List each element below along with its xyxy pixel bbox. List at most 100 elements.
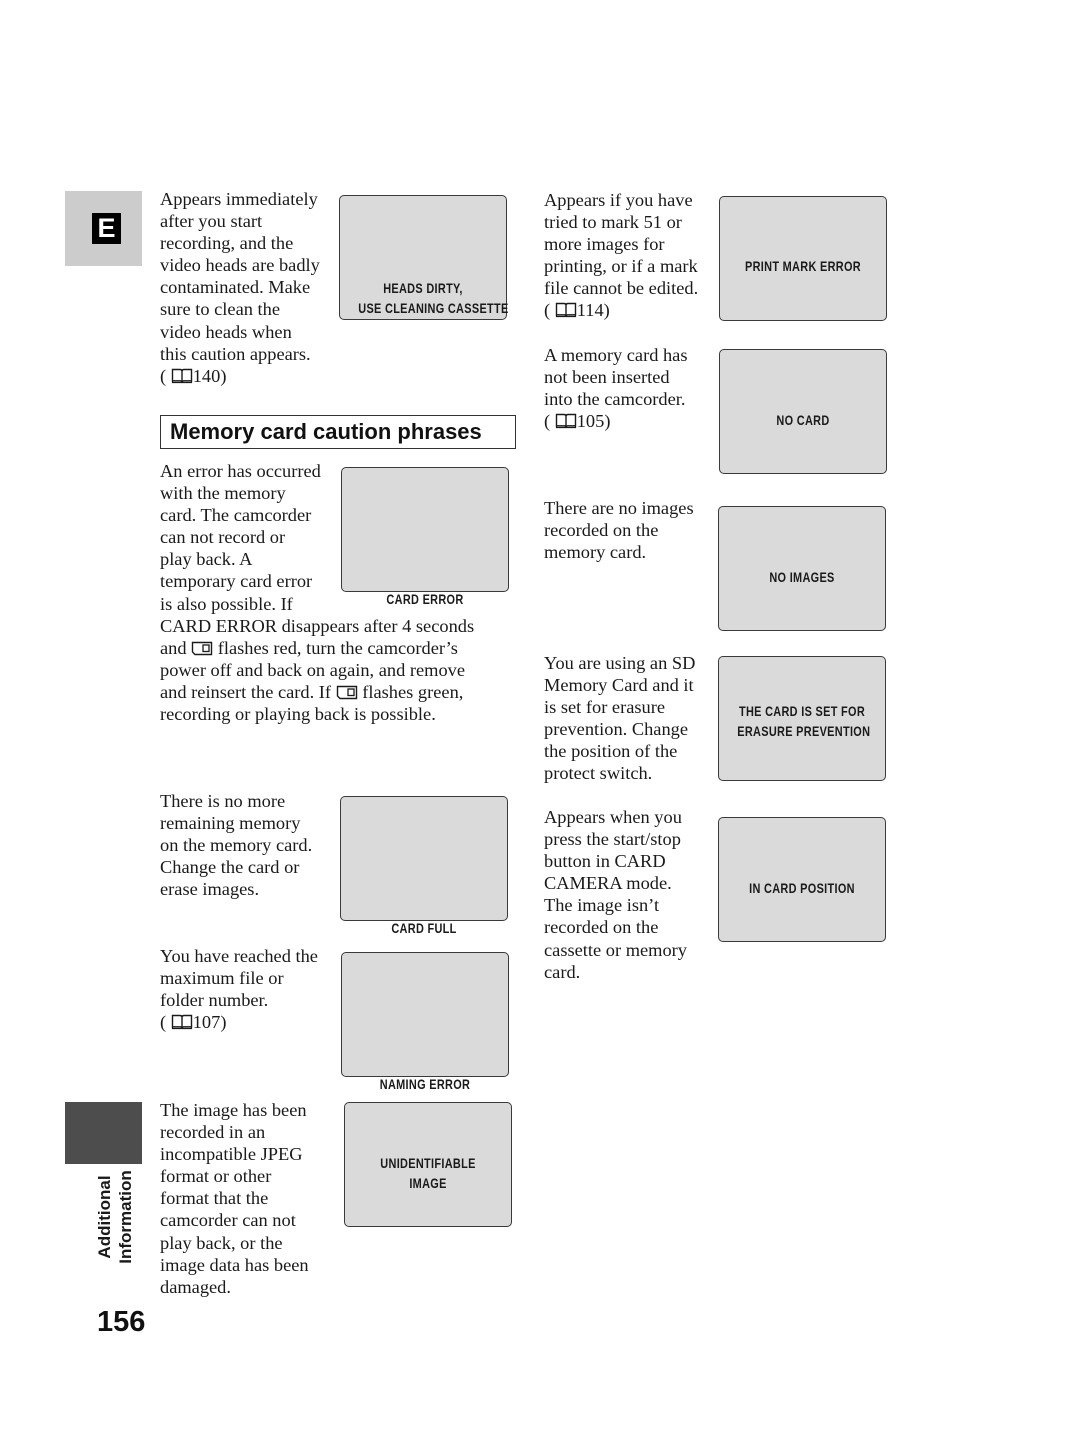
page-reference-number: 114 xyxy=(576,300,604,321)
description-line: recorded on the xyxy=(544,520,659,541)
description-line: memory card. xyxy=(544,542,647,563)
section-tab-label: Additional Information xyxy=(95,1170,135,1264)
description-line: button in CARD xyxy=(544,851,666,872)
description-line: There is no more xyxy=(160,791,286,811)
description-line: recording, and the xyxy=(160,233,294,254)
description-line: file cannot be edited. xyxy=(544,278,699,299)
description-text: and xyxy=(160,637,192,658)
description-line: not been inserted xyxy=(544,367,670,388)
book-reference-icon xyxy=(171,368,192,383)
description-line: A memory card has xyxy=(544,345,688,365)
description-line: more images for xyxy=(544,234,665,255)
page-reference-number: 140 xyxy=(192,365,221,386)
memory-card-icon xyxy=(191,641,213,655)
caution-message: HEADS DIRTY, USE CLEANING CASSETTE xyxy=(358,280,509,316)
caution-screen-in-card-position: IN CARD POSITION xyxy=(718,817,886,942)
caution-message: NAMING ERROR xyxy=(379,1076,471,1092)
description-line: after you start xyxy=(160,211,263,232)
caution-description-print-mark-error: Appears if you have tried to mark 51 or mo… xyxy=(544,189,698,322)
caution-description-no-images: There are no images recorded on the memory… xyxy=(544,497,694,563)
caution-screen-erasure-prevention: THE CARD IS SET FOR ERASURE PREVENTION xyxy=(718,656,886,781)
description-line: recording or playing back is possible. xyxy=(160,703,474,725)
description-line: remaining memory xyxy=(160,813,301,834)
description-line: printing, or if a mark xyxy=(544,256,698,277)
description-line: this caution appears. xyxy=(160,343,311,364)
description-line: tried to mark 51 or xyxy=(544,212,682,233)
caution-description-unidentifiable-image: The image has been recorded in an incompat… xyxy=(160,1099,309,1298)
description-line: You have reached the xyxy=(160,946,318,966)
description-line: video heads are badly xyxy=(160,255,320,276)
description-text: flashes green, xyxy=(357,681,464,702)
caution-description-no-card: A memory card has not been inserted into t… xyxy=(544,344,688,432)
description-line: camcorder can not xyxy=(160,1210,296,1231)
language-tab: E xyxy=(65,191,142,266)
description-line: and flashes red, turn the camcorder’s xyxy=(160,637,474,659)
caution-screen-no-images: NO IMAGES xyxy=(718,506,886,631)
book-reference-icon xyxy=(555,414,576,429)
caution-description-naming-error: You have reached the maximum file or folde… xyxy=(160,945,318,1033)
description-text: and reinsert the card. If xyxy=(160,681,336,702)
caution-description-heads-dirty: Appears immediately after you start record… xyxy=(160,188,320,387)
page-number: 156 xyxy=(97,1306,146,1338)
description-line: sure to clean the xyxy=(160,299,280,320)
book-reference-icon xyxy=(555,303,576,318)
description-line: Appears immediately xyxy=(160,189,318,209)
description-line: Appears if you have xyxy=(544,190,693,210)
caution-screen-card-full: CARD FULL xyxy=(340,796,508,936)
description-line: Appears when you xyxy=(544,807,682,827)
caution-message: CARD ERROR xyxy=(386,591,464,607)
page-reference-number: 105 xyxy=(576,411,605,432)
section-heading-box: Memory card caution phrases xyxy=(160,415,516,449)
description-line: format or other xyxy=(160,1166,272,1187)
description-line: prevention. Change xyxy=(544,719,689,740)
caution-screen-print-mark-error: PRINT MARK ERROR xyxy=(719,196,887,321)
memory-card-icon xyxy=(336,685,357,700)
description-line: CAMERA mode. xyxy=(544,873,672,894)
caution-message: THE CARD IS SET FOR ERASURE PREVENTION xyxy=(737,703,871,739)
caution-screen-unidentifiable-image: UNIDENTIFIABLE IMAGE xyxy=(344,1102,512,1227)
description-text: power off and back on again, and remove xyxy=(160,659,466,680)
description-line: folder number. xyxy=(160,990,269,1011)
page-reference: ( 107) xyxy=(160,1012,227,1033)
caution-message: UNIDENTIFIABLE IMAGE xyxy=(380,1155,476,1191)
description-line: You are using an SD xyxy=(544,653,696,673)
page-reference: ( 140) xyxy=(160,365,227,386)
page-reference-number: 107 xyxy=(192,1012,221,1033)
description-line: recorded in an xyxy=(160,1122,266,1143)
caution-message: IN CARD POSITION xyxy=(749,880,855,896)
description-line: protect switch. xyxy=(544,763,653,784)
page-reference: ( 114) xyxy=(544,300,610,321)
description-line: card. xyxy=(544,961,581,982)
description-line: recorded on the xyxy=(544,917,659,938)
description-line: There are no images xyxy=(544,498,694,518)
description-line: on the memory card. xyxy=(160,835,313,856)
caution-screen-heads-dirty: HEADS DIRTY, USE CLEANING CASSETTE xyxy=(339,195,509,320)
book-reference-icon xyxy=(171,1015,192,1030)
page-reference: ( 105) xyxy=(544,411,611,432)
description-line: maximum file or xyxy=(160,968,284,989)
caution-message: CARD FULL xyxy=(391,920,457,936)
description-line: video heads when xyxy=(160,321,292,342)
description-line: play back, or the xyxy=(160,1232,283,1253)
description-line: damaged. xyxy=(160,1276,231,1297)
description-line: The image has been xyxy=(160,1100,307,1120)
description-line: erase images. xyxy=(160,879,260,900)
caution-message: NO CARD xyxy=(776,412,830,428)
section-heading: Memory card caution phrases xyxy=(170,419,482,444)
language-tab-label: E xyxy=(92,213,121,244)
description-text: recording or playing back is possible. xyxy=(160,704,436,725)
description-line: contaminated. Make xyxy=(160,277,311,298)
caution-message: NO IMAGES xyxy=(769,569,835,585)
section-tab xyxy=(65,1102,142,1164)
description-text: flashes red, turn the camcorder’s xyxy=(213,637,458,658)
description-line: is set for erasure xyxy=(544,697,666,718)
caution-description-card-full: There is no more remaining memory on the m… xyxy=(160,790,312,900)
description-line: Memory Card and it xyxy=(544,675,694,696)
caution-description-erasure-prevention: You are using an SD Memory Card and it is … xyxy=(544,652,695,785)
caution-description-in-card-position: Appears when you press the start/stop butt… xyxy=(544,806,687,983)
description-line: press the start/stop xyxy=(544,829,681,850)
description-line: Change the card or xyxy=(160,857,300,878)
caution-screen-naming-error: NAMING ERROR xyxy=(341,952,509,1092)
description-line: format that the xyxy=(160,1188,269,1209)
description-line: image data has been xyxy=(160,1254,309,1275)
